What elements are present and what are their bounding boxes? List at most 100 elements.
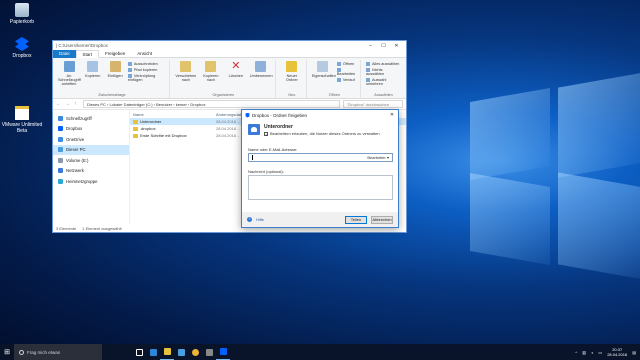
- properties-icon: [317, 61, 329, 72]
- dialog-titlebar[interactable]: Dropbox - Ordner freigeben ✕: [242, 110, 398, 120]
- new-folder-icon: [286, 61, 298, 72]
- new-folder-button[interactable]: Neuer Ordner: [281, 60, 303, 92]
- nav-item-this-pc[interactable]: Dieser PC: [53, 144, 129, 155]
- task-view-button[interactable]: [132, 344, 146, 360]
- tab-file[interactable]: Datei: [53, 49, 76, 58]
- group-label: Zwischenablage: [98, 93, 126, 97]
- nav-item-network[interactable]: Netzwerk: [53, 166, 129, 177]
- paste-link-button[interactable]: Verknüpfung einfügen: [128, 74, 166, 82]
- network-icon: [58, 168, 63, 174]
- maximize-icon[interactable]: ☐: [377, 43, 390, 49]
- ribbon-group-new: Neuer Ordner Neu: [278, 60, 307, 98]
- desktop-icon-recycle-bin[interactable]: Papierkorb: [0, 3, 44, 25]
- delete-button[interactable]: ✕ Löschen: [225, 60, 247, 92]
- tab-start[interactable]: Start: [75, 49, 100, 58]
- folder-icon: [163, 348, 171, 355]
- close-icon[interactable]: ✕: [386, 112, 398, 118]
- network-icon[interactable]: ▥: [582, 350, 586, 355]
- properties-button[interactable]: Eigenschaften: [312, 60, 336, 92]
- tab-share[interactable]: Freigeben: [99, 50, 131, 58]
- copy-button[interactable]: Kopieren: [83, 60, 102, 92]
- select-none-button[interactable]: Nichts auswählen: [366, 68, 401, 76]
- taskbar-search[interactable]: Frag mich etwas: [14, 344, 102, 360]
- keyboard-icon[interactable]: ▭: [598, 350, 602, 355]
- copy-path-button[interactable]: Pfad kopieren: [128, 68, 166, 72]
- edit-button[interactable]: Bearbeiten: [337, 68, 357, 76]
- help-icon[interactable]: ?: [247, 217, 252, 222]
- shared-folder-header: Unterordner ✓ Bearbeitern erlauben, die …: [248, 124, 380, 136]
- chevron-down-icon: ▾: [386, 155, 389, 160]
- clock-date: 28.04.2016: [607, 352, 628, 357]
- address-bar[interactable]: Dieses PC › Lokaler Datenträger (C:) › B…: [83, 100, 340, 108]
- desktop-icon-label: Dropbox: [12, 53, 32, 59]
- permission-select[interactable]: Bearbeiter ▾: [367, 155, 392, 160]
- email-field[interactable]: Bearbeiter ▾: [248, 153, 393, 162]
- nav-item-onedrive[interactable]: OneDrive: [53, 134, 129, 145]
- app-icon: [205, 348, 213, 356]
- homegroup-icon: [58, 178, 63, 184]
- invert-selection-button[interactable]: Auswahl umkehren: [366, 78, 401, 86]
- cancel-button[interactable]: Abbrechen: [371, 215, 393, 224]
- copy-to-button[interactable]: Kopieren nach: [200, 60, 222, 92]
- help-link[interactable]: Hilfe: [256, 217, 264, 222]
- nav-item-dropbox[interactable]: Dropbox: [53, 124, 129, 135]
- select-all-button[interactable]: Alles auswählen: [366, 62, 401, 66]
- desktop-icon-dropbox[interactable]: Dropbox: [0, 37, 44, 59]
- rename-icon: [255, 61, 267, 72]
- close-icon[interactable]: ✕: [390, 43, 403, 49]
- chevron-up-icon[interactable]: ^: [575, 350, 577, 355]
- volume-icon[interactable]: ◖: [591, 350, 593, 355]
- taskbar-chrome[interactable]: [188, 344, 202, 360]
- search-input[interactable]: "Dropbox" durchsuchen: [343, 100, 403, 108]
- windows-icon: ⊞: [4, 348, 10, 356]
- file-name: Unterordner: [130, 119, 216, 124]
- taskbar: ⊞ Frag mich etwas ^ ▥ ◖ ▭ 20:37 28.04.20…: [0, 344, 640, 360]
- column-name[interactable]: Name: [130, 112, 216, 117]
- wallpaper-beam: [558, 172, 640, 280]
- move-icon: [180, 61, 192, 72]
- message-field[interactable]: [248, 175, 393, 200]
- open-button[interactable]: Öffnen: [337, 62, 357, 66]
- file-name: .dropbox: [130, 126, 216, 131]
- desktop-icon-label: Papierkorb: [9, 19, 35, 25]
- cloud-icon: [58, 136, 63, 142]
- history-button[interactable]: Verlauf: [337, 78, 357, 82]
- status-selected: 1 Element ausgewählt: [82, 226, 122, 231]
- chrome-icon: [191, 348, 199, 356]
- nav-item-quick-access[interactable]: Schnellzugriff: [53, 113, 129, 124]
- wallpaper-beam: [470, 87, 550, 181]
- nav-item-volume[interactable]: Volume (E:): [53, 155, 129, 166]
- group-label: Organisieren: [212, 93, 235, 97]
- share-button[interactable]: Teilen: [345, 215, 367, 224]
- clock[interactable]: 20:37 28.04.2016: [607, 347, 627, 357]
- pin-button[interactable]: An Schnellzugriff anheften: [58, 60, 81, 92]
- rename-button[interactable]: Umbenennen: [250, 60, 273, 92]
- window-title: | C:\Users\kemer\Dropbox: [56, 43, 108, 48]
- taskbar-store[interactable]: [174, 344, 188, 360]
- email-label: Name oder E-Mail-Adresse:: [248, 147, 298, 152]
- taskbar-dropbox[interactable]: [216, 344, 230, 360]
- taskbar-edge[interactable]: [146, 344, 160, 360]
- back-icon[interactable]: ←: [56, 101, 62, 107]
- move-to-button[interactable]: Verschieben nach: [175, 60, 197, 92]
- star-icon: [58, 115, 63, 121]
- paste-button[interactable]: Einfügen: [105, 60, 124, 92]
- up-icon[interactable]: ↑: [74, 101, 80, 107]
- group-label: Neu: [288, 93, 296, 97]
- taskbar-explorer[interactable]: [160, 344, 174, 360]
- notifications-icon[interactable]: ▤: [632, 350, 636, 355]
- nav-item-homegroup[interactable]: Heimnetzgruppe: [53, 176, 129, 187]
- share-folder-dialog: Dropbox - Ordner freigeben ✕ Unterordner…: [241, 109, 399, 228]
- desktop-icon-vmware[interactable]: VMware Unlimited Beta: [0, 106, 44, 134]
- start-button[interactable]: ⊞: [0, 344, 14, 360]
- message-label: Nachricht (optional):: [248, 169, 284, 174]
- tab-view[interactable]: Ansicht: [131, 50, 158, 58]
- dialog-title: Dropbox - Ordner freigeben: [252, 112, 308, 118]
- status-count: 3 Elemente: [56, 226, 77, 231]
- taskbar-app[interactable]: [202, 344, 216, 360]
- cut-button[interactable]: Ausschneiden: [128, 62, 166, 66]
- computer-icon: [58, 147, 63, 153]
- permission-checkbox[interactable]: ✓: [264, 131, 268, 136]
- forward-icon[interactable]: →: [65, 101, 71, 107]
- minimize-icon[interactable]: –: [364, 43, 377, 49]
